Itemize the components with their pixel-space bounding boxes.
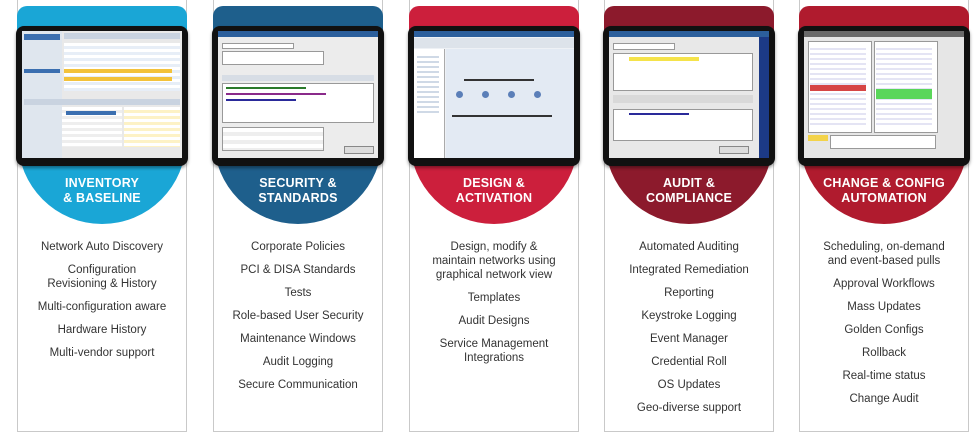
- feature-item: Geo-diverse support: [636, 402, 742, 414]
- feature-item: Network Auto Discovery: [40, 241, 164, 253]
- feature-item: Tests: [284, 287, 312, 299]
- column-inventory: INVENTORY & BASELINE Network Auto Discov…: [16, 0, 188, 432]
- screenshot: [22, 31, 182, 158]
- screenshot-frame: [798, 26, 970, 166]
- feature-item: Audit Designs: [458, 315, 530, 327]
- feature-item: Service Management Integrations: [439, 338, 549, 364]
- feature-list: Automated Auditing Integrated Remediatio…: [605, 240, 773, 424]
- column-security: SECURITY & STANDARDS Corporate Policies …: [212, 0, 384, 432]
- feature-item: Rollback: [861, 347, 907, 359]
- feature-list: Design, modify & maintain networks using…: [410, 240, 578, 374]
- column-title: AUDIT & COMPLIANCE: [645, 176, 733, 205]
- column-design: DESIGN & ACTIVATION Design, modify & mai…: [408, 0, 580, 432]
- feature-item: PCI & DISA Standards: [240, 264, 356, 276]
- feature-list: Scheduling, on-demand and event-based pu…: [800, 240, 968, 415]
- feature-item: Audit Logging: [262, 356, 334, 368]
- feature-item: Mass Updates: [847, 301, 921, 313]
- screenshot: [804, 31, 964, 158]
- feature-item: Design, modify & maintain networks using…: [432, 241, 556, 281]
- feature-item: OS Updates: [657, 379, 721, 391]
- column-title: CHANGE & CONFIG AUTOMATION: [823, 176, 945, 205]
- feature-list: Network Auto Discovery Configuration Rev…: [18, 240, 186, 369]
- feature-item: Multi-vendor support: [49, 347, 155, 359]
- screenshot: [609, 31, 769, 158]
- feature-item: Reporting: [664, 287, 714, 299]
- feature-item: Real-time status: [842, 370, 926, 382]
- feature-item: Scheduling, on-demand and event-based pu…: [823, 241, 945, 267]
- feature-item: Golden Configs: [844, 324, 924, 336]
- column-audit: AUDIT & COMPLIANCE Automated Auditing In…: [603, 0, 775, 432]
- screenshot-frame: [603, 26, 775, 166]
- column-change: CHANGE & CONFIG AUTOMATION Scheduling, o…: [798, 0, 970, 432]
- feature-item: Maintenance Windows: [240, 333, 356, 345]
- feature-list: Corporate Policies PCI & DISA Standards …: [214, 240, 382, 401]
- screenshot: [218, 31, 378, 158]
- feature-item: Configuration Revisioning & History: [47, 264, 157, 290]
- feature-item: Integrated Remediation: [629, 264, 749, 276]
- feature-item: Multi-configuration aware: [37, 301, 167, 313]
- screenshot-frame: [408, 26, 580, 166]
- feature-item: Templates: [467, 292, 521, 304]
- feature-item: Keystroke Logging: [641, 310, 737, 322]
- screenshot: [414, 31, 574, 158]
- feature-item: Secure Communication: [238, 379, 358, 391]
- feature-item: Change Audit: [849, 393, 919, 405]
- feature-item: Approval Workflows: [833, 278, 935, 290]
- feature-item: Hardware History: [57, 324, 147, 336]
- feature-item: Role-based User Security: [232, 310, 364, 322]
- column-title: SECURITY & STANDARDS: [258, 176, 338, 205]
- feature-item: Automated Auditing: [639, 241, 739, 253]
- column-title: DESIGN & ACTIVATION: [455, 176, 533, 205]
- feature-item: Corporate Policies: [251, 241, 345, 253]
- feature-item: Credential Roll: [651, 356, 727, 368]
- screenshot-frame: [212, 26, 384, 166]
- feature-item: Event Manager: [650, 333, 728, 345]
- column-title: INVENTORY & BASELINE: [63, 176, 141, 205]
- screenshot-frame: [16, 26, 188, 166]
